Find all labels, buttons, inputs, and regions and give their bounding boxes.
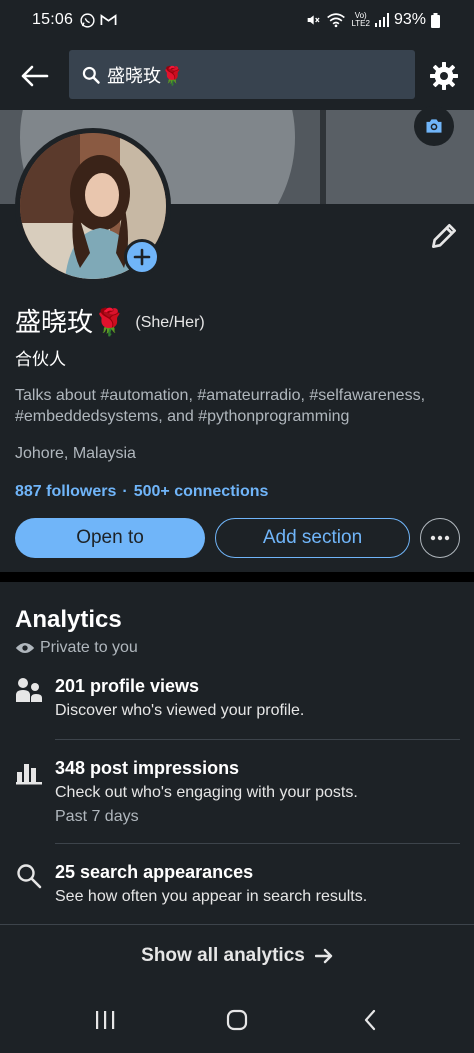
analytics-item-title: 201 profile views (55, 676, 200, 696)
profile-name: 盛晓玫🌹 (15, 307, 126, 337)
profile-location: Johore, Malaysia (15, 445, 136, 462)
analytics-item-subtitle: See how often you appear in search resul… (55, 888, 368, 905)
top-bar: 盛晓玫🌹 (0, 40, 474, 110)
volte-icon: Vo) LTE2 (351, 11, 370, 28)
more-options-icon (430, 535, 450, 541)
analytics-privacy: Private to you (15, 639, 138, 657)
analytics-item-title: 25 search appearances (55, 862, 254, 882)
recent-apps-button[interactable] (85, 1005, 125, 1035)
whatsapp-icon (80, 12, 95, 28)
open-to-button[interactable]: Open to (15, 518, 205, 558)
home-icon (226, 1009, 248, 1031)
profile-actions: Open to Add section (15, 518, 460, 558)
search-icon (82, 66, 100, 84)
analytics-post-impressions[interactable]: 348 post impressions Check out who's eng… (15, 758, 460, 832)
followers-link[interactable]: 887 followers (15, 483, 116, 501)
more-options-button[interactable] (420, 518, 460, 558)
battery-icon (431, 12, 440, 28)
stats-separator: · (122, 483, 128, 500)
analytics-divider (55, 739, 460, 740)
search-icon (17, 864, 42, 889)
search-input[interactable]: 盛晓玫🌹 (69, 50, 415, 99)
edit-profile-button[interactable] (428, 220, 460, 252)
camera-icon (426, 119, 442, 133)
analytics-item-note: Past 7 days (55, 808, 139, 825)
status-bar: 15:06 Vo) LTE2 93% (0, 0, 474, 40)
people-icon (16, 678, 42, 702)
add-photo-icon (133, 248, 151, 266)
back-nav-button[interactable] (350, 1005, 390, 1035)
search-text: 盛晓玫🌹 (107, 65, 184, 86)
profile-about: Talks about #automation, #amateurradio, … (15, 387, 426, 425)
analytics-item-subtitle: Check out who's engaging with your posts… (55, 784, 358, 801)
analytics-profile-views[interactable]: 201 profile views Discover who's viewed … (15, 676, 460, 726)
analytics-privacy-label: Private to you (40, 639, 138, 656)
analytics-title: Analytics (15, 606, 122, 633)
analytics-footer-divider (0, 924, 474, 925)
profile-name-line: 盛晓玫🌹 (She/Her) (15, 302, 205, 339)
bar-chart-icon (16, 764, 42, 785)
analytics-section: Analytics Private to you 201 profile vie… (0, 582, 474, 985)
section-divider (0, 572, 474, 582)
settings-gear-icon (430, 62, 458, 90)
signal-icon (374, 13, 389, 27)
back-button[interactable] (16, 58, 52, 94)
add-section-button[interactable]: Add section (215, 518, 410, 558)
analytics-item-title: 348 post impressions (55, 758, 240, 778)
profile-stats: 887 followers · 500+ connections (15, 483, 268, 501)
analytics-search-appearances[interactable]: 25 search appearances See how often you … (15, 862, 460, 912)
show-all-analytics-button[interactable]: Show all analytics (0, 934, 474, 978)
profile-screen: 15:06 Vo) LTE2 93% 盛晓玫🌹 盛晓玫🌹 (She/Her) 合… (0, 0, 474, 1053)
mute-icon (308, 15, 320, 25)
back-chevron-icon (364, 1009, 376, 1031)
recent-apps-icon (96, 1011, 115, 1029)
settings-button[interactable] (428, 60, 460, 92)
eye-icon (15, 643, 35, 653)
system-nav-bar (0, 985, 474, 1053)
home-button[interactable] (217, 1005, 257, 1035)
edit-banner-button[interactable] (414, 106, 454, 146)
profile-headline: 合伙人 (15, 350, 66, 369)
battery-percent: 93% (393, 11, 426, 28)
add-photo-button[interactable] (124, 239, 160, 275)
wifi-icon (327, 13, 346, 28)
network-label: LTE2 (351, 19, 370, 28)
gmail-icon (100, 14, 117, 25)
profile-pronouns: (She/Her) (135, 313, 205, 331)
status-time: 15:06 (32, 11, 74, 28)
arrow-right-icon (314, 948, 333, 964)
back-arrow-icon (21, 65, 49, 87)
show-all-analytics-label: Show all analytics (141, 945, 305, 966)
analytics-divider (55, 843, 460, 844)
edit-pencil-icon (432, 224, 456, 248)
connections-link[interactable]: 500+ connections (134, 483, 269, 501)
analytics-item-subtitle: Discover who's viewed your profile. (55, 702, 305, 719)
